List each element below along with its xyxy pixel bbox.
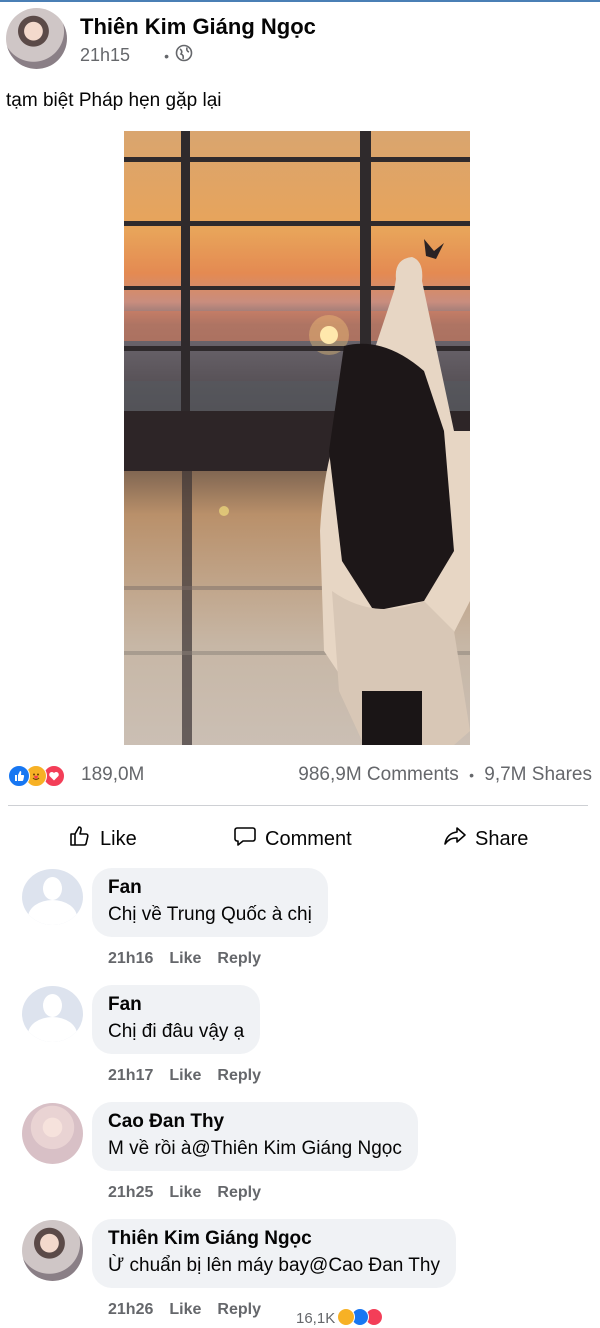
- comment-meta: 21h26 Like Reply: [108, 1301, 261, 1319]
- comment-reply-link[interactable]: Reply: [217, 1067, 261, 1085]
- comment-label: Comment: [265, 827, 352, 850]
- commenter-avatar[interactable]: [22, 986, 83, 1042]
- comment-like-link[interactable]: Like: [169, 1301, 201, 1319]
- globe-icon: [175, 44, 193, 67]
- like-label: Like: [100, 827, 137, 850]
- comment-count[interactable]: 986,9M Comments: [298, 764, 459, 785]
- share-label: Share: [475, 827, 529, 850]
- comment-bubble[interactable]: Fan Chị về Trung Quốc à chị: [92, 868, 328, 937]
- like-reaction-icon: [8, 765, 30, 787]
- comment-time[interactable]: 21h25: [108, 1184, 153, 1202]
- commenter-name[interactable]: Fan: [108, 875, 312, 901]
- comment-like-link[interactable]: Like: [169, 1184, 201, 1202]
- post-caption: tạm biệt Pháp hẹn gặp lại: [6, 90, 222, 111]
- comment-meta: 21h17 Like Reply: [108, 1067, 261, 1085]
- comment-bubble[interactable]: Thiên Kim Giáng Ngọc Ừ chuẩn bị lên máy …: [92, 1219, 456, 1288]
- action-bar: Like Comment Share: [0, 820, 600, 858]
- commenter-name[interactable]: Fan: [108, 992, 244, 1018]
- post-photo[interactable]: [124, 131, 470, 745]
- commenter-avatar[interactable]: [22, 1103, 83, 1164]
- comment-text: Chị về Trung Quốc à chị: [108, 904, 312, 925]
- comment-time[interactable]: 21h16: [108, 950, 153, 968]
- post-stats: 189,0M 986,9M Comments • 9,7M Shares: [8, 762, 592, 790]
- meta-separator: •: [164, 47, 169, 64]
- share-count[interactable]: 9,7M Shares: [484, 764, 592, 785]
- comment-reactions[interactable]: 16,1K: [296, 1308, 389, 1328]
- comment-reply-link[interactable]: Reply: [217, 1301, 261, 1319]
- comment-time[interactable]: 21h17: [108, 1067, 153, 1085]
- care-reaction-icon: [337, 1308, 356, 1326]
- author-avatar[interactable]: [6, 8, 67, 69]
- comment-text: Chị đi đâu vậy ạ: [108, 1021, 245, 1042]
- stats-separator: •: [469, 767, 474, 783]
- comment-meta: 21h16 Like Reply: [108, 950, 261, 968]
- comment-time[interactable]: 21h26: [108, 1301, 153, 1319]
- post-meta: 21h15 •: [80, 44, 193, 67]
- comment-text: M về rồi à@Thiên Kim Giáng Ngọc: [108, 1138, 402, 1159]
- commenter-name[interactable]: Thiên Kim Giáng Ngọc: [108, 1226, 440, 1252]
- comment-bubble[interactable]: Cao Đan Thy M về rồi à@Thiên Kim Giáng N…: [92, 1102, 418, 1171]
- comment-like-link[interactable]: Like: [169, 1067, 201, 1085]
- comment-text: Ừ chuẩn bị lên máy bay@Cao Đan Thy: [108, 1255, 440, 1276]
- divider: [8, 805, 588, 806]
- reaction-count[interactable]: 189,0M: [81, 764, 144, 786]
- comment-icon: [233, 824, 257, 854]
- comment-item: Cao Đan Thy M về rồi à@Thiên Kim Giáng N…: [22, 1102, 592, 1212]
- comment-bubble[interactable]: Fan Chị đi đâu vậy ạ: [92, 985, 261, 1054]
- post-header: Thiên Kim Giáng Ngọc 21h15 •: [6, 8, 596, 70]
- share-icon: [443, 824, 467, 854]
- like-button[interactable]: Like: [68, 824, 137, 854]
- author-name[interactable]: Thiên Kim Giáng Ngọc: [80, 14, 316, 40]
- commenter-avatar[interactable]: [22, 1220, 83, 1281]
- post-time[interactable]: 21h15: [80, 45, 130, 66]
- share-button[interactable]: Share: [443, 824, 528, 854]
- comment-reply-link[interactable]: Reply: [217, 1184, 261, 1202]
- top-border: [0, 0, 600, 2]
- commenter-name[interactable]: Cao Đan Thy: [108, 1109, 402, 1135]
- commenter-avatar[interactable]: [22, 869, 83, 925]
- thumbs-up-icon: [68, 824, 92, 854]
- comment-like-link[interactable]: Like: [169, 950, 201, 968]
- comment-button[interactable]: Comment: [233, 824, 352, 854]
- comment-item: Fan Chị đi đâu vậy ạ 21h17 Like Reply: [22, 985, 592, 1095]
- reaction-icons[interactable]: [8, 765, 70, 787]
- comment-reply-link[interactable]: Reply: [217, 950, 261, 968]
- comment-item: Fan Chị về Trung Quốc à chị 21h16 Like R…: [22, 868, 592, 978]
- comments-shares: 986,9M Comments • 9,7M Shares: [298, 764, 592, 786]
- comment-meta: 21h25 Like Reply: [108, 1184, 261, 1202]
